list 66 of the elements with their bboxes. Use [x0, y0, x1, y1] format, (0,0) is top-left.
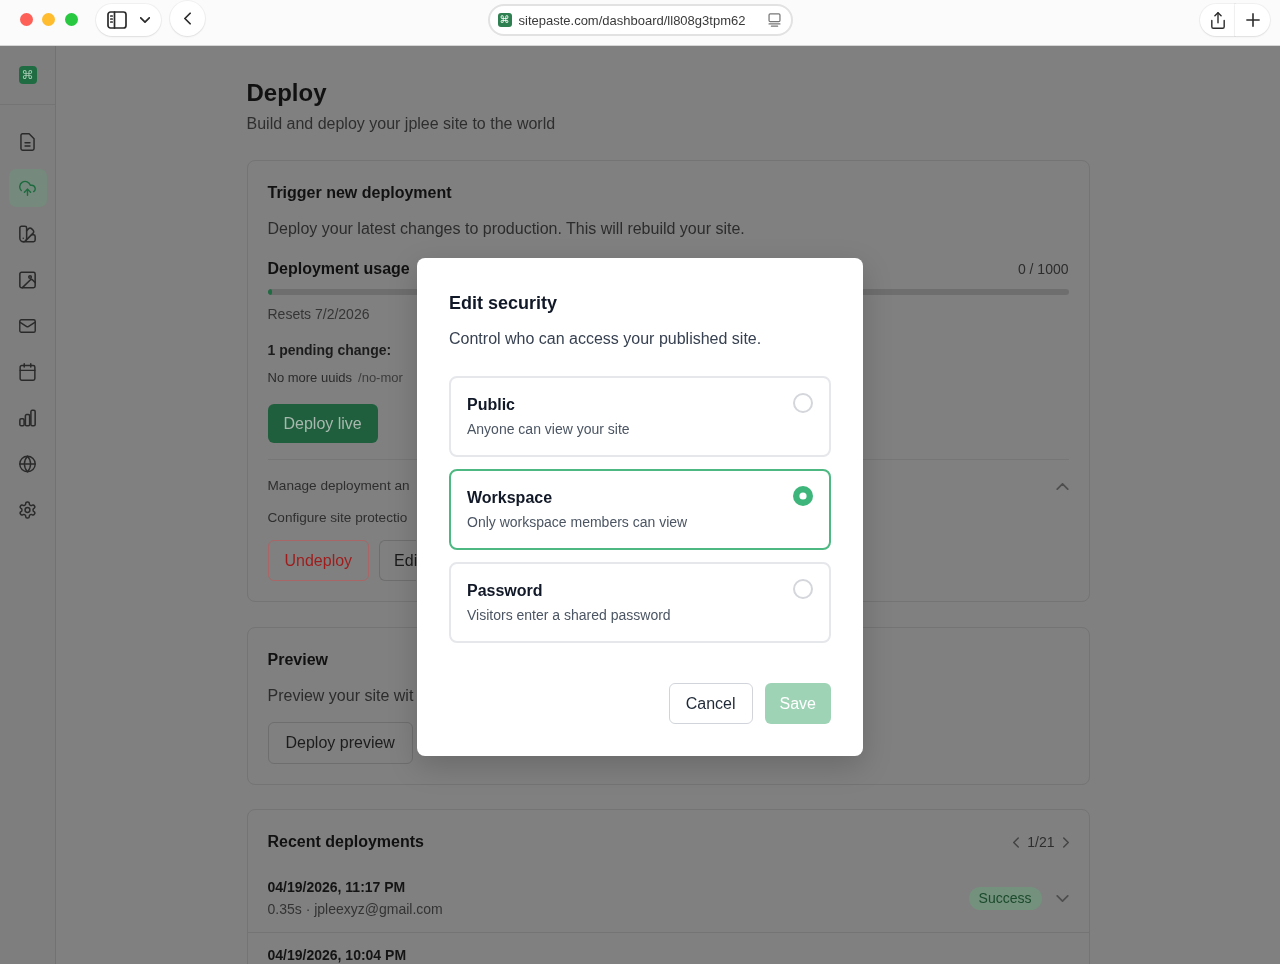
option-description: Anyone can view your site	[467, 420, 630, 439]
section-description: Configure site protectio	[267, 509, 408, 527]
page-indicator: 1/21	[1027, 833, 1055, 852]
option-title: Public	[467, 395, 515, 415]
dialog-title: Edit security	[449, 292, 558, 315]
card-title: Recent deployments	[267, 832, 424, 852]
site-favicon: ⌘	[497, 13, 512, 27]
globe-icon	[19, 455, 36, 473]
page-subtitle: Build and deploy your jplee site to the world	[246, 114, 556, 134]
option-description: Only workspace members can view	[467, 513, 688, 532]
card-title: Trigger new deployment	[267, 183, 452, 203]
chevron-down-icon[interactable]	[1055, 894, 1069, 902]
swatch-icon	[19, 225, 36, 243]
monitor-icon[interactable]	[767, 13, 781, 27]
reset-date: Resets 7/2/2026	[267, 305, 370, 324]
bar-chart-icon	[19, 409, 36, 427]
chevron-right-icon[interactable]	[1062, 836, 1069, 848]
address-bar[interactable]: ⌘ sitepaste.com/dashboard/ll808g3tpm62	[487, 4, 793, 36]
radio-button[interactable]	[793, 579, 813, 599]
settings-icon	[19, 501, 36, 519]
deploy-live-button[interactable]: Deploy live	[267, 404, 378, 443]
cancel-button[interactable]: Cancel	[668, 683, 753, 724]
security-option[interactable]: Password Visitors enter a shared password	[449, 562, 831, 643]
card-title: Preview	[267, 650, 328, 670]
radio-button[interactable]	[793, 486, 813, 506]
pending-item-title: No more uuids	[267, 369, 353, 387]
dialog-description: Control who can access your published site.	[449, 329, 762, 349]
action-button[interactable]: Edi	[379, 540, 417, 581]
radio-button[interactable]	[793, 393, 813, 413]
option-description: Visitors enter a shared password	[467, 606, 671, 625]
chevron-down-icon	[140, 17, 150, 23]
url-text: sitepaste.com/dashboard/ll808g3tpm62	[518, 12, 747, 28]
usage-count: 0 / 1000	[1017, 260, 1069, 279]
zoom-button[interactable]	[64, 12, 78, 26]
usage-label: Deployment usage	[267, 259, 410, 279]
option-title: Workspace	[467, 488, 553, 508]
card-description: Preview your site wit	[267, 686, 414, 706]
page-title: Deploy	[246, 78, 327, 108]
section-label: Manage deployment an	[267, 477, 410, 495]
chevron-left-icon	[184, 12, 191, 25]
chevron-left-icon[interactable]	[1013, 836, 1020, 848]
deployment-date: 04/19/2026, 11:17 PM	[267, 878, 406, 897]
app-logo[interactable]: ⌘	[18, 66, 37, 84]
pending-item-path: /no-mor	[358, 369, 403, 387]
share-button[interactable]	[1200, 4, 1235, 36]
deploy-preview-button[interactable]: Deploy preview	[267, 722, 413, 764]
pending-heading: 1 pending change:	[267, 341, 392, 360]
document-icon	[19, 133, 36, 151]
sidebar-icon	[107, 11, 127, 29]
deployment-meta: 0.35s · jpleexyz@gmail.com	[267, 900, 443, 919]
image-icon	[19, 271, 36, 289]
status-badge: Success	[968, 886, 1042, 910]
mail-icon	[19, 317, 36, 335]
sidebar-toggle-button[interactable]	[96, 4, 161, 36]
option-title: Password	[467, 581, 543, 601]
calendar-icon	[19, 363, 36, 381]
chevron-up-icon[interactable]	[1055, 482, 1069, 490]
cloud-upload-icon	[19, 179, 36, 197]
share-icon	[1210, 11, 1225, 29]
card-description: Deploy your latest changes to production. This will rebuild your site.	[267, 219, 745, 239]
security-option[interactable]: Workspace Only workspace members can view	[449, 469, 831, 550]
deployment-date: 04/19/2026, 10:04 PM	[267, 946, 407, 964]
security-option[interactable]: Public Anyone can view your site	[449, 376, 831, 457]
new-tab-button[interactable]	[1235, 4, 1270, 36]
plus-icon	[1245, 13, 1260, 27]
close-button[interactable]	[19, 12, 33, 26]
